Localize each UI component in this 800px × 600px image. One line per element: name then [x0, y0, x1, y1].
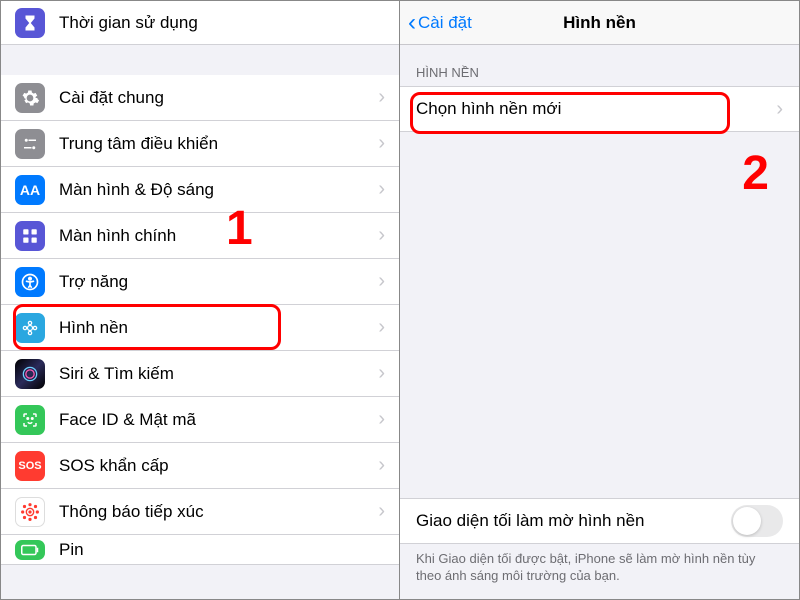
battery-icon — [15, 540, 45, 560]
choose-wallpaper-row[interactable]: Chọn hình nền mới › — [400, 86, 799, 132]
dark-dim-label: Giao diện tối làm mờ hình nền — [416, 511, 731, 531]
settings-item-wallpaper[interactable]: Hình nền › — [1, 305, 399, 351]
chevron-right-icon: › — [378, 178, 385, 201]
settings-item-display[interactable]: AA Màn hình & Độ sáng › — [1, 167, 399, 213]
chevron-right-icon: › — [378, 132, 385, 155]
settings-item-accessibility[interactable]: Trợ năng › — [1, 259, 399, 305]
accessibility-icon — [15, 267, 45, 297]
faceid-icon — [15, 405, 45, 435]
settings-item-label: Hình nền — [59, 318, 378, 338]
section-gap — [1, 45, 399, 75]
exposure-icon — [15, 497, 45, 527]
chevron-right-icon: › — [378, 408, 385, 431]
settings-item-general[interactable]: Cài đặt chung › — [1, 75, 399, 121]
siri-icon — [15, 359, 45, 389]
back-button[interactable]: ‹ Cài đặt — [408, 11, 472, 35]
settings-item-label: Thông báo tiếp xúc — [59, 502, 378, 522]
spacer — [400, 132, 799, 498]
chevron-left-icon: ‹ — [408, 11, 416, 35]
settings-item-label: Cài đặt chung — [59, 88, 378, 108]
sos-icon: SOS — [15, 451, 45, 481]
text-size-icon: AA — [15, 175, 45, 205]
settings-item-sos[interactable]: SOS SOS khẩn cấp › — [1, 443, 399, 489]
settings-item-siri[interactable]: Siri & Tìm kiếm › — [1, 351, 399, 397]
settings-item-label: Siri & Tìm kiếm — [59, 364, 378, 384]
chevron-right-icon: › — [378, 454, 385, 477]
chevron-right-icon: › — [378, 270, 385, 293]
settings-item-label: Trợ năng — [59, 272, 378, 292]
settings-item-label: Màn hình chính — [59, 226, 378, 246]
navbar: ‹ Cài đặt Hình nền — [400, 1, 799, 45]
section-header: HÌNH NỀN — [400, 45, 799, 86]
settings-item-label: SOS khẩn cấp — [59, 456, 378, 476]
wallpaper-detail-panel: ‹ Cài đặt Hình nền HÌNH NỀN Chọn hình nề… — [400, 1, 799, 599]
page-title: Hình nền — [563, 13, 636, 33]
settings-item-homescreen[interactable]: Màn hình chính › — [1, 213, 399, 259]
gear-icon — [15, 83, 45, 113]
dark-dim-row[interactable]: Giao diện tối làm mờ hình nền — [400, 498, 799, 544]
settings-item-label: Thời gian sử dụng — [59, 13, 385, 33]
settings-item-label: Màn hình & Độ sáng — [59, 180, 378, 200]
settings-item-control-center[interactable]: Trung tâm điều khiển › — [1, 121, 399, 167]
hourglass-icon — [15, 8, 45, 38]
chevron-right-icon: › — [378, 224, 385, 247]
settings-item-screentime[interactable]: Thời gian sử dụng — [1, 1, 399, 45]
settings-list-panel: Thời gian sử dụng Cài đặt chung › Trung … — [1, 1, 400, 599]
chevron-right-icon: › — [378, 500, 385, 523]
sliders-icon — [15, 129, 45, 159]
chevron-right-icon: › — [378, 316, 385, 339]
footer-note: Khi Giao diện tối được bật, iPhone sẽ là… — [400, 544, 799, 585]
settings-item-faceid[interactable]: Face ID & Mật mã › — [1, 397, 399, 443]
chevron-right-icon: › — [776, 98, 783, 121]
dark-dim-toggle[interactable] — [731, 505, 783, 537]
back-label: Cài đặt — [418, 13, 472, 33]
wallpaper-icon — [15, 313, 45, 343]
grid-icon — [15, 221, 45, 251]
settings-item-label: Pin — [59, 540, 385, 560]
chevron-right-icon: › — [378, 86, 385, 109]
settings-item-battery[interactable]: Pin — [1, 535, 399, 565]
settings-item-label: Face ID & Mật mã — [59, 410, 378, 430]
choose-wallpaper-label: Chọn hình nền mới — [416, 99, 776, 119]
settings-item-label: Trung tâm điều khiển — [59, 134, 378, 154]
chevron-right-icon: › — [378, 362, 385, 385]
settings-item-exposure[interactable]: Thông báo tiếp xúc › — [1, 489, 399, 535]
